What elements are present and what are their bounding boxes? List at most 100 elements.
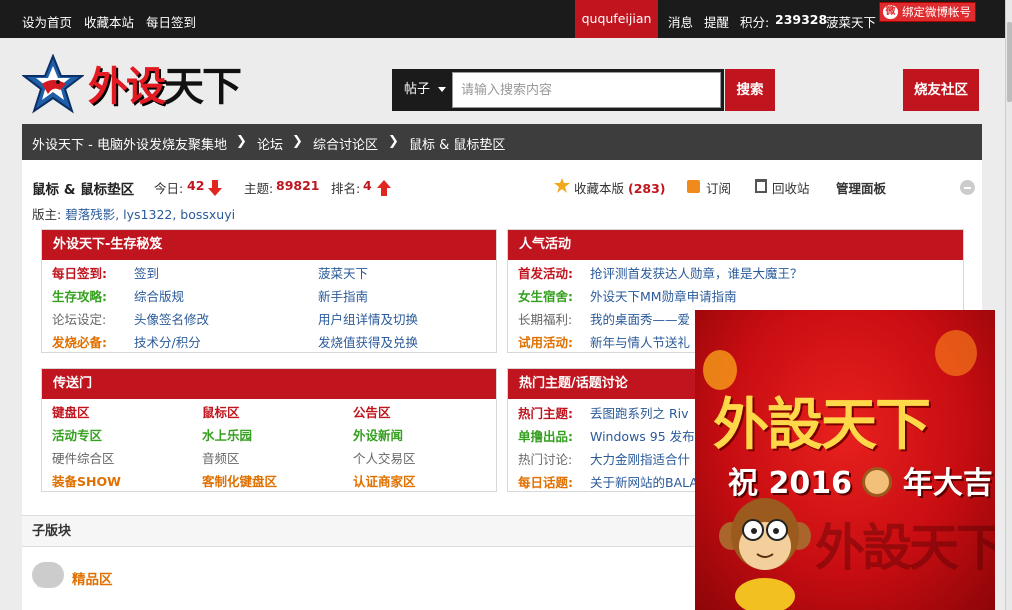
rank-label: 排名:	[331, 181, 361, 196]
fever-value-link[interactable]: 发烧值获得及兑换	[318, 332, 418, 351]
bind-weibo-button[interactable]: 微 绑定微博帐号	[879, 2, 976, 22]
popular-activity-title: 人气活动	[508, 230, 963, 260]
portal-link[interactable]: 客制化键盘区	[202, 471, 277, 490]
survival-guide-panel: 外设天下-生存秘笈 每日签到: 签到 菠菜天下 生存攻略: 综合版规 新手指南 …	[41, 229, 497, 353]
portal-link[interactable]: 认证商家区	[353, 471, 416, 490]
hot-topic-link[interactable]: 大力金刚指适合什	[590, 449, 690, 468]
hot-topic-link[interactable]: 关于新网站的BALA	[590, 472, 698, 491]
page-scrollbar[interactable]	[1005, 0, 1012, 610]
scrollbar-thumb[interactable]	[1007, 22, 1012, 102]
points-label: 积分:	[740, 15, 770, 30]
portal-link[interactable]: 外设新闻	[353, 425, 403, 444]
favorite-count: (283)	[628, 181, 666, 196]
messages-link[interactable]: 消息	[668, 12, 693, 31]
tech-points-link[interactable]: 技术分/积分	[134, 332, 201, 351]
row-label: 生存攻略:	[52, 289, 107, 304]
speech-bubble-icon	[32, 562, 64, 588]
portal-title: 传送门	[42, 369, 496, 399]
arrow-down-icon	[208, 180, 222, 196]
search-input-wrap	[449, 69, 724, 111]
caret-down-icon	[438, 87, 447, 92]
bocai-link[interactable]: 菠菜天下	[318, 263, 368, 282]
portal-link[interactable]: 活动专区	[52, 425, 102, 444]
chevron-right-icon: ❯	[236, 134, 247, 149]
bookmark-site-link[interactable]: 收藏本站	[84, 12, 134, 31]
hot-topic-link[interactable]: 丢图跑系列之 Riv	[590, 403, 689, 422]
subscribe-link[interactable]: 订阅	[706, 178, 731, 197]
usergroup-link[interactable]: 用户组详情及切换	[318, 309, 418, 328]
moderators-list[interactable]: 碧落残影, lys1322, bossxuyi	[65, 207, 235, 222]
activity-link[interactable]: 我的桌面秀——爱	[590, 309, 690, 328]
portal-link[interactable]: 水上乐园	[202, 425, 252, 444]
community-button[interactable]: 烧友社区	[903, 69, 979, 111]
trash-icon	[755, 179, 767, 193]
portal-link[interactable]: 公告区	[353, 402, 391, 421]
breadcrumb-category[interactable]: 综合讨论区	[313, 134, 378, 153]
topics-label: 主题:	[244, 181, 274, 196]
breadcrumb-forum[interactable]: 论坛	[257, 134, 283, 153]
row-label: 热门讨论:	[518, 452, 573, 467]
row-label: 每日签到:	[52, 266, 107, 281]
forum-title: 鼠标 & 鼠标垫区	[32, 182, 135, 198]
popup-title: 外設天下	[713, 392, 931, 458]
portal-link[interactable]: 音频区	[202, 448, 240, 467]
row-label: 每日话题:	[518, 475, 573, 490]
monkey-face-icon	[862, 467, 893, 497]
reminders-link[interactable]: 提醒	[704, 12, 729, 31]
row-label: 热门主题:	[518, 406, 573, 421]
bind-weibo-label: 绑定微博帐号	[902, 5, 971, 19]
lantern-icon	[935, 330, 977, 376]
popup-watermark: 外設天下	[815, 519, 995, 577]
hot-topic-link[interactable]: Windows 95 发布	[590, 426, 695, 445]
row-label: 论坛设定:	[52, 312, 107, 327]
collapse-icon[interactable]	[960, 180, 975, 195]
recycle-bin-link[interactable]: 回收站	[772, 178, 810, 197]
portal-link[interactable]: 装备SHOW	[52, 471, 121, 490]
signin-link[interactable]: 签到	[134, 263, 159, 282]
activity-link[interactable]: 外设天下MM勋章申请指南	[590, 286, 737, 305]
favorite-forum-button[interactable]: 收藏本版 (283)	[574, 178, 666, 197]
moderators-label: 版主:	[32, 207, 62, 222]
row-label: 试用活动:	[518, 335, 573, 350]
today-value: 42	[187, 178, 205, 193]
search-input[interactable]	[452, 72, 721, 108]
activity-link[interactable]: 抢评测首发获达人勋章，谁是大魔王？	[590, 263, 803, 282]
rank-value: 4	[363, 178, 372, 193]
rules-link[interactable]: 综合版规	[134, 286, 184, 305]
avatar-signature-link[interactable]: 头像签名修改	[134, 309, 209, 328]
row-label: 女生宿舍:	[518, 289, 573, 304]
row-label: 单撸出品:	[518, 429, 573, 444]
breadcrumb-home[interactable]: 外设天下 - 电脑外设发烧友聚集地	[32, 134, 227, 153]
row-label: 首发活动:	[518, 266, 573, 281]
portal-link[interactable]: 键盘区	[52, 402, 90, 421]
search-bar: 帖子 搜索	[392, 69, 775, 111]
activity-link[interactable]: 新年与情人节送礼	[590, 332, 690, 351]
breadcrumb: 外设天下 - 电脑外设发烧友聚集地 ❯ 论坛 ❯ 综合讨论区 ❯ 鼠标 & 鼠标…	[22, 124, 982, 160]
newbie-guide-link[interactable]: 新手指南	[318, 286, 368, 305]
search-type-select[interactable]: 帖子	[392, 69, 449, 111]
logo-text-black: 天下	[164, 64, 242, 110]
logo-text-red: 外设	[88, 64, 166, 110]
top-bar: 设为首页 收藏本站 每日签到 ququfeijian 消息 提醒 积分: 239…	[0, 0, 1005, 38]
set-home-link[interactable]: 设为首页	[22, 12, 72, 31]
row-label: 发烧必备:	[52, 335, 107, 350]
star-icon	[554, 178, 570, 196]
arrow-up-icon	[377, 180, 391, 196]
portal-link[interactable]: 硬件综合区	[52, 448, 115, 467]
subforum-item[interactable]: 精品区	[32, 560, 152, 594]
search-button[interactable]: 搜索	[725, 69, 775, 111]
admin-panel-link[interactable]: 管理面板	[836, 178, 886, 197]
user-level-link[interactable]: 菠菜天下	[826, 12, 876, 31]
daily-signin-link[interactable]: 每日签到	[146, 12, 196, 31]
monkey-mascot-icon	[719, 498, 811, 610]
portal-link[interactable]: 鼠标区	[202, 402, 240, 421]
username-link[interactable]: ququfeijian	[575, 0, 658, 38]
logo-wordmark: 外设天下	[88, 54, 242, 112]
new-year-popup-ad[interactable]: 外設天下 祝 2016 年大吉 外設天下	[695, 310, 995, 610]
breadcrumb-current[interactable]: 鼠标 & 鼠标垫区	[409, 134, 505, 153]
site-logo[interactable]: 外设天下	[21, 53, 262, 114]
portal-link[interactable]: 个人交易区	[353, 448, 416, 467]
subforum-name[interactable]: 精品区	[72, 568, 113, 588]
search-type-label: 帖子	[404, 82, 431, 97]
chevron-right-icon: ❯	[388, 134, 399, 149]
